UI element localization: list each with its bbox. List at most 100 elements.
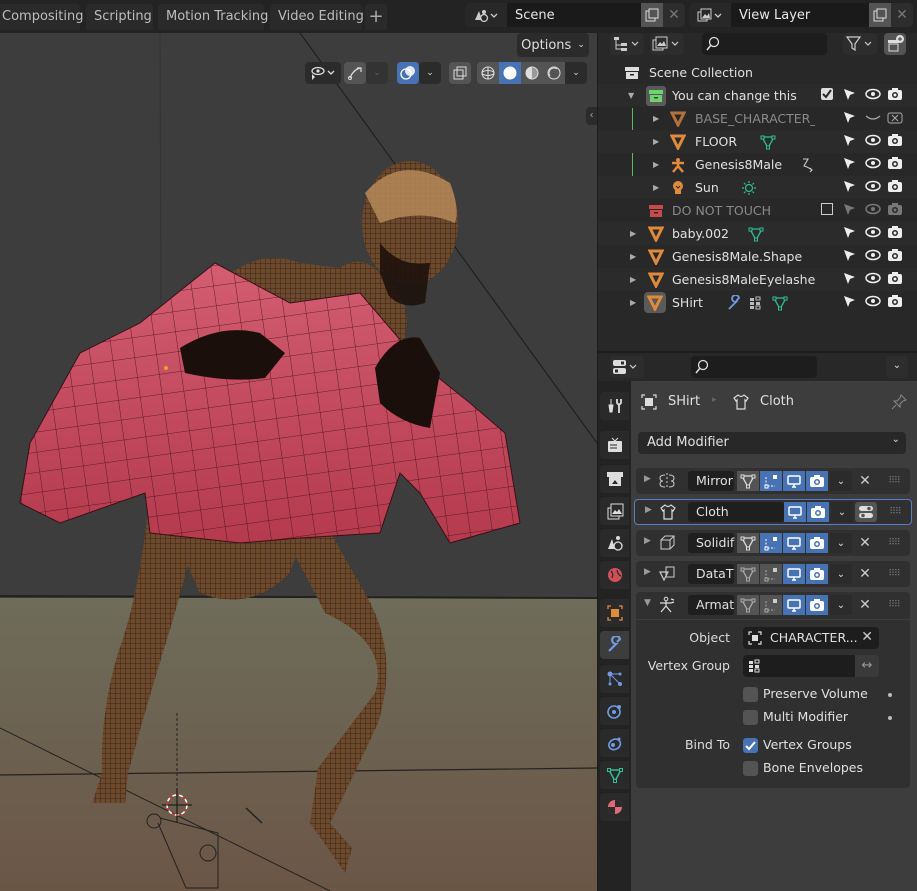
render-camera-icon[interactable]: [887, 133, 903, 151]
visibility-eye-icon[interactable]: [865, 271, 881, 289]
gizmo-dropdown[interactable]: ⌄: [366, 62, 388, 84]
tab-view-layer[interactable]: [600, 497, 629, 525]
outliner-row-object[interactable]: ▶ FLOOR: [598, 130, 917, 153]
tab-material[interactable]: [600, 793, 629, 821]
render-camera-icon[interactable]: [887, 156, 903, 174]
drag-handle-icon[interactable]: ⠿⠿: [883, 564, 905, 584]
bone-envelopes-checkbox[interactable]: [743, 761, 758, 776]
tab-object[interactable]: [600, 599, 629, 627]
expand-arrow-icon[interactable]: ▶: [644, 567, 651, 577]
viewport-options-button[interactable]: Options ⌄: [517, 33, 589, 57]
options-dropdown[interactable]: ⌄: [886, 356, 908, 378]
outliner-row-object-active[interactable]: ▶ SHirt: [598, 291, 917, 314]
mesh-data-icon[interactable]: [748, 226, 764, 242]
view-layer-mode-dropdown[interactable]: [650, 33, 684, 55]
preserve-volume-checkbox[interactable]: [743, 687, 758, 702]
render-toggle[interactable]: [806, 595, 828, 615]
vertex-groups-checkbox[interactable]: [743, 738, 758, 753]
render-camera-icon[interactable]: [887, 271, 903, 289]
modifier-extras-dropdown[interactable]: ⌄: [830, 533, 852, 553]
outliner-row-object[interactable]: ▶ BASE_CHARACTER_M: [598, 107, 917, 130]
render-disabled-icon[interactable]: [887, 110, 903, 128]
visibility-eye-icon[interactable]: [865, 179, 881, 197]
outliner-row-object[interactable]: ▶ baby.002: [598, 222, 917, 245]
modifier-name-field[interactable]: Cloth: [688, 502, 784, 522]
cage-toggle[interactable]: [760, 471, 782, 491]
tab-data[interactable]: [600, 761, 629, 789]
exclude-checkbox[interactable]: [820, 87, 834, 105]
selectable-cursor-icon[interactable]: [842, 271, 856, 289]
modifier-name-field[interactable]: DataT: [688, 564, 734, 584]
outliner-row-scene-collection[interactable]: Scene Collection: [598, 61, 917, 84]
render-camera-icon[interactable]: [887, 248, 903, 266]
tab-physics[interactable]: [600, 697, 629, 725]
selectable-cursor-icon[interactable]: [842, 156, 856, 174]
cage-toggle[interactable]: [760, 564, 782, 584]
outliner-row-collection[interactable]: ▼ You can change this: [598, 84, 917, 107]
outliner-row-object[interactable]: ▶ Genesis8MaleEyelashes.S: [598, 268, 917, 291]
modifier-extras-dropdown[interactable]: ⌄: [830, 564, 852, 584]
shading-solid-button[interactable]: [499, 62, 521, 84]
edit-mode-toggle[interactable]: [737, 595, 759, 615]
selectable-cursor-icon[interactable]: [842, 225, 856, 243]
modifier-name-field[interactable]: Mirror: [688, 471, 734, 491]
exclude-checkbox[interactable]: [820, 202, 834, 220]
keyframe-dot-icon[interactable]: [888, 716, 892, 720]
mesh-data-icon[interactable]: [772, 295, 788, 311]
tab-scene[interactable]: [600, 529, 629, 557]
expand-arrow-icon[interactable]: ▶: [645, 505, 652, 515]
visibility-eye-icon[interactable]: [865, 87, 881, 105]
sun-data-icon[interactable]: [741, 180, 757, 196]
keyframe-dot-icon[interactable]: [888, 693, 892, 697]
modifier-extras-dropdown[interactable]: ⌄: [831, 502, 853, 522]
view-layer-icon[interactable]: [689, 3, 731, 27]
mesh-data-icon[interactable]: [760, 134, 776, 150]
visibility-eye-icon[interactable]: [865, 248, 881, 266]
render-camera-icon[interactable]: [887, 87, 903, 105]
gizmo-button[interactable]: [344, 62, 366, 84]
pin-icon[interactable]: [890, 393, 908, 411]
copy-scene-button[interactable]: [641, 3, 663, 27]
outliner-row-object[interactable]: ▶ Sun: [598, 176, 917, 199]
copy-view-layer-button[interactable]: [869, 3, 891, 27]
modifier-name-field[interactable]: Armat: [688, 595, 734, 615]
render-toggle[interactable]: [807, 502, 829, 522]
render-camera-icon[interactable]: [887, 179, 903, 197]
scene-name-field[interactable]: Scene: [507, 8, 641, 23]
viewport-toggle[interactable]: [783, 564, 805, 584]
selectable-cursor-icon[interactable]: [842, 110, 856, 128]
outliner-row-collection[interactable]: DO NOT TOUCH: [598, 199, 917, 222]
tab-motion-tracking[interactable]: Motion Tracking: [158, 4, 268, 30]
object-visibility-button[interactable]: [305, 62, 341, 84]
overlays-button[interactable]: [397, 62, 419, 84]
filter-dropdown[interactable]: [843, 33, 877, 55]
outliner-row-object[interactable]: ▶ Genesis8Male.Shape: [598, 245, 917, 268]
viewport-toggle[interactable]: [783, 471, 805, 491]
new-collection-button[interactable]: [884, 33, 906, 55]
visibility-eye-icon[interactable]: [865, 156, 881, 174]
visibility-eye-icon[interactable]: [865, 133, 881, 151]
tab-compositing[interactable]: Compositing: [0, 4, 84, 30]
viewport-toggle[interactable]: [783, 533, 805, 553]
view-layer-name-field[interactable]: View Layer: [731, 8, 869, 23]
view-layer-selector[interactable]: View Layer ✕: [689, 3, 913, 27]
add-modifier-dropdown[interactable]: Add Modifier ⌄: [638, 432, 906, 454]
edit-mode-toggle[interactable]: [737, 564, 759, 584]
xray-button[interactable]: [449, 62, 471, 84]
shading-rendered-button[interactable]: [543, 62, 565, 84]
viewport-toggle[interactable]: [783, 595, 805, 615]
selectable-cursor-icon[interactable]: [842, 179, 856, 197]
expand-arrow-icon[interactable]: ▶: [653, 137, 659, 146]
expand-arrow-icon[interactable]: ▶: [630, 252, 636, 261]
expand-arrow-icon[interactable]: ▶: [644, 536, 651, 546]
shading-wireframe-button[interactable]: [477, 62, 499, 84]
drag-handle-icon[interactable]: ⠿⠿: [883, 533, 905, 553]
editor-type-dropdown[interactable]: [610, 356, 644, 378]
scene-selector[interactable]: Scene ✕: [465, 3, 685, 27]
pose-icon[interactable]: [800, 157, 816, 173]
render-camera-icon[interactable]: [887, 225, 903, 243]
cage-toggle[interactable]: [760, 595, 782, 615]
visibility-eye-icon[interactable]: [865, 294, 881, 312]
viewport-toggle[interactable]: [784, 502, 806, 522]
visibility-eye-icon[interactable]: [865, 225, 881, 243]
